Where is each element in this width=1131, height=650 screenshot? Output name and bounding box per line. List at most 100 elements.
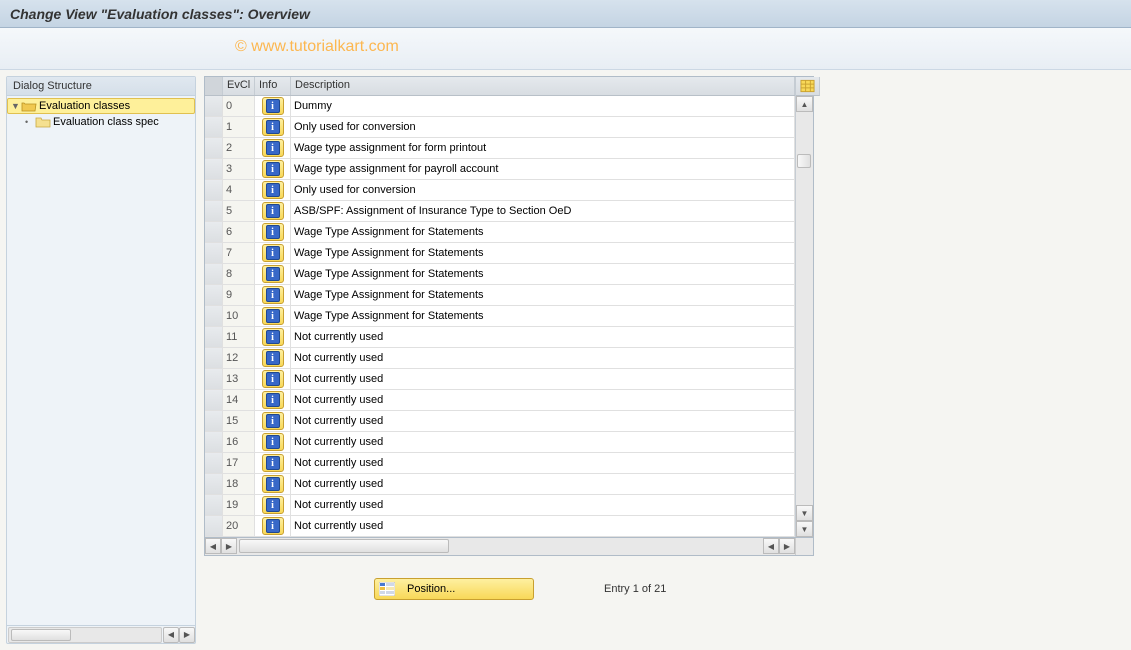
hscroll-track[interactable] <box>237 539 763 554</box>
position-button[interactable]: Position... <box>374 578 534 600</box>
cell-evcl[interactable]: 0 <box>223 96 255 116</box>
cell-evcl[interactable]: 10 <box>223 306 255 326</box>
cell-evcl[interactable]: 8 <box>223 264 255 284</box>
cell-evcl[interactable]: 3 <box>223 159 255 179</box>
info-button[interactable]: i <box>262 181 284 199</box>
vscroll-thumb[interactable] <box>797 154 811 168</box>
cell-evcl[interactable]: 2 <box>223 138 255 158</box>
scroll-down-button[interactable]: ▼ <box>796 505 813 521</box>
row-selector[interactable] <box>205 369 223 389</box>
cell-description[interactable]: Not currently used <box>291 411 795 431</box>
table-config-button[interactable] <box>796 77 820 96</box>
info-button[interactable]: i <box>262 286 284 304</box>
row-selector[interactable] <box>205 348 223 368</box>
cell-description[interactable]: Wage type assignment for payroll account <box>291 159 795 179</box>
cell-evcl[interactable]: 14 <box>223 390 255 410</box>
info-button[interactable]: i <box>262 391 284 409</box>
cell-description[interactable]: Wage Type Assignment for Statements <box>291 264 795 284</box>
cell-evcl[interactable]: 17 <box>223 453 255 473</box>
row-selector[interactable] <box>205 159 223 179</box>
row-selector[interactable] <box>205 390 223 410</box>
cell-description[interactable]: Wage Type Assignment for Statements <box>291 306 795 326</box>
cell-evcl[interactable]: 20 <box>223 516 255 536</box>
info-button[interactable]: i <box>262 118 284 136</box>
row-selector[interactable] <box>205 243 223 263</box>
row-selector[interactable] <box>205 327 223 347</box>
cell-description[interactable]: Dummy <box>291 96 795 116</box>
cell-description[interactable]: ASB/SPF: Assignment of Insurance Type to… <box>291 201 795 221</box>
info-button[interactable]: i <box>262 412 284 430</box>
info-button[interactable]: i <box>262 244 284 262</box>
cell-evcl[interactable]: 18 <box>223 474 255 494</box>
scroll-up-button[interactable]: ▲ <box>796 96 813 112</box>
row-selector[interactable] <box>205 201 223 221</box>
scroll-down-button-2[interactable]: ▼ <box>796 521 813 537</box>
cell-evcl[interactable]: 16 <box>223 432 255 452</box>
row-selector[interactable] <box>205 222 223 242</box>
scroll-left-button[interactable]: ◀ <box>163 627 179 643</box>
info-button[interactable]: i <box>262 307 284 325</box>
cell-description[interactable]: Only used for conversion <box>291 117 795 137</box>
row-selector[interactable] <box>205 453 223 473</box>
cell-description[interactable]: Not currently used <box>291 369 795 389</box>
cell-evcl[interactable]: 13 <box>223 369 255 389</box>
cell-description[interactable]: Not currently used <box>291 516 795 536</box>
cell-evcl[interactable]: 4 <box>223 180 255 200</box>
th-marker[interactable] <box>205 77 223 95</box>
row-selector[interactable] <box>205 264 223 284</box>
cell-evcl[interactable]: 11 <box>223 327 255 347</box>
cell-description[interactable]: Wage Type Assignment for Statements <box>291 285 795 305</box>
cell-evcl[interactable]: 19 <box>223 495 255 515</box>
cell-evcl[interactable]: 15 <box>223 411 255 431</box>
row-selector[interactable] <box>205 117 223 137</box>
info-button[interactable]: i <box>262 454 284 472</box>
info-button[interactable]: i <box>262 328 284 346</box>
row-selector[interactable] <box>205 96 223 116</box>
cell-evcl[interactable]: 5 <box>223 201 255 221</box>
info-button[interactable]: i <box>262 97 284 115</box>
row-selector[interactable] <box>205 138 223 158</box>
info-button[interactable]: i <box>262 433 284 451</box>
tree-expander-icon[interactable]: ▼ <box>11 101 21 111</box>
row-selector[interactable] <box>205 516 223 536</box>
hscroll-thumb[interactable] <box>239 539 449 553</box>
cell-description[interactable]: Wage Type Assignment for Statements <box>291 222 795 242</box>
hscroll-left-button[interactable]: ◀ <box>205 538 221 554</box>
row-selector[interactable] <box>205 432 223 452</box>
cell-description[interactable]: Not currently used <box>291 348 795 368</box>
row-selector[interactable] <box>205 285 223 305</box>
cell-description[interactable]: Not currently used <box>291 474 795 494</box>
cell-evcl[interactable]: 1 <box>223 117 255 137</box>
cell-description[interactable]: Not currently used <box>291 390 795 410</box>
row-selector[interactable] <box>205 474 223 494</box>
row-selector[interactable] <box>205 180 223 200</box>
th-desc[interactable]: Description <box>291 77 795 95</box>
cell-evcl[interactable]: 6 <box>223 222 255 242</box>
row-selector[interactable] <box>205 495 223 515</box>
tree-item-evaluation-classes[interactable]: ▼ Evaluation classes <box>7 98 195 114</box>
info-button[interactable]: i <box>262 496 284 514</box>
hscroll-thumb[interactable] <box>11 629 71 641</box>
info-button[interactable]: i <box>262 475 284 493</box>
hscroll-right-button[interactable]: ▶ <box>221 538 237 554</box>
cell-description[interactable]: Not currently used <box>291 495 795 515</box>
row-selector[interactable] <box>205 306 223 326</box>
info-button[interactable]: i <box>262 139 284 157</box>
cell-description[interactable]: Not currently used <box>291 327 795 347</box>
info-button[interactable]: i <box>262 202 284 220</box>
info-button[interactable]: i <box>262 370 284 388</box>
vscroll-track[interactable] <box>796 112 813 505</box>
cell-evcl[interactable]: 9 <box>223 285 255 305</box>
cell-description[interactable]: Wage type assignment for form printout <box>291 138 795 158</box>
info-button[interactable]: i <box>262 517 284 535</box>
info-button[interactable]: i <box>262 160 284 178</box>
cell-description[interactable]: Not currently used <box>291 432 795 452</box>
hscroll-track[interactable] <box>8 627 162 643</box>
info-button[interactable]: i <box>262 223 284 241</box>
th-evcl[interactable]: EvCl <box>223 77 255 95</box>
tree-item-evaluation-class-spec[interactable]: • Evaluation class spec <box>7 114 195 130</box>
hscroll-left-button-2[interactable]: ◀ <box>763 538 779 554</box>
th-info[interactable]: Info <box>255 77 291 95</box>
cell-description[interactable]: Only used for conversion <box>291 180 795 200</box>
cell-evcl[interactable]: 12 <box>223 348 255 368</box>
